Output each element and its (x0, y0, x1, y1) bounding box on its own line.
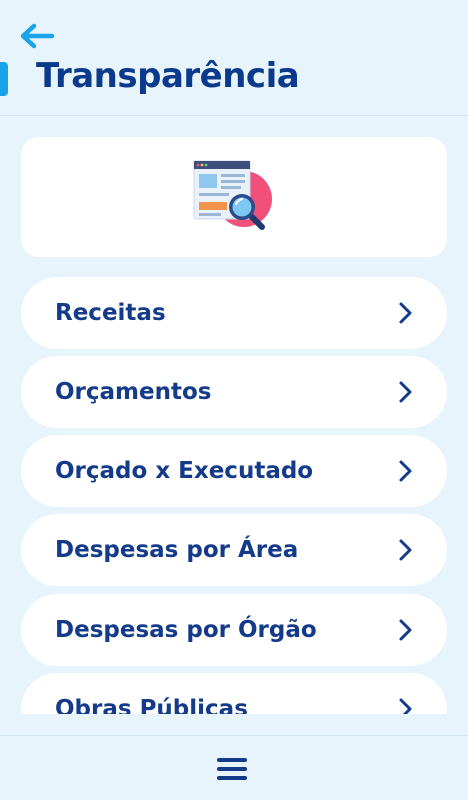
menu-item-orcamentos[interactable]: Orçamentos (21, 356, 447, 428)
chevron-right-icon (399, 698, 412, 714)
menu-item-label: Despesas por Órgão (55, 617, 317, 643)
chevron-right-icon (399, 460, 412, 482)
menu-item-despesas-orgao[interactable]: Despesas por Órgão (21, 594, 447, 666)
back-button[interactable] (16, 20, 58, 52)
arrow-left-icon (20, 23, 55, 49)
menu-item-label: Receitas (55, 300, 166, 326)
chevron-right-icon (399, 619, 412, 641)
menu-item-label: Orçamentos (55, 379, 212, 405)
chevron-right-icon (399, 539, 412, 561)
bottom-bar (0, 735, 468, 800)
menu-button[interactable] (214, 753, 250, 785)
menu-item-despesas-area[interactable]: Despesas por Área (21, 514, 447, 586)
menu-item-label: Orçado x Executado (55, 458, 314, 484)
menu-item-receitas[interactable]: Receitas (21, 277, 447, 349)
title-accent-bar (0, 62, 8, 96)
menu-item-obras-publicas[interactable]: Obras Públicas (21, 673, 447, 714)
menu-item-label: Despesas por Área (55, 537, 299, 563)
hamburger-menu-icon (217, 758, 247, 780)
hero-card (21, 137, 447, 257)
chevron-right-icon (399, 302, 412, 324)
app-header: Transparência (0, 0, 468, 116)
document-search-icon (193, 160, 272, 230)
menu-item-orcado-executado[interactable]: Orçado x Executado (21, 435, 447, 507)
chevron-right-icon (399, 381, 412, 403)
content-scroll-area[interactable]: Receitas Orçamentos Orçado x Executado D… (0, 117, 468, 714)
menu-item-label: Obras Públicas (55, 696, 248, 714)
page-title: Transparência (36, 56, 300, 96)
